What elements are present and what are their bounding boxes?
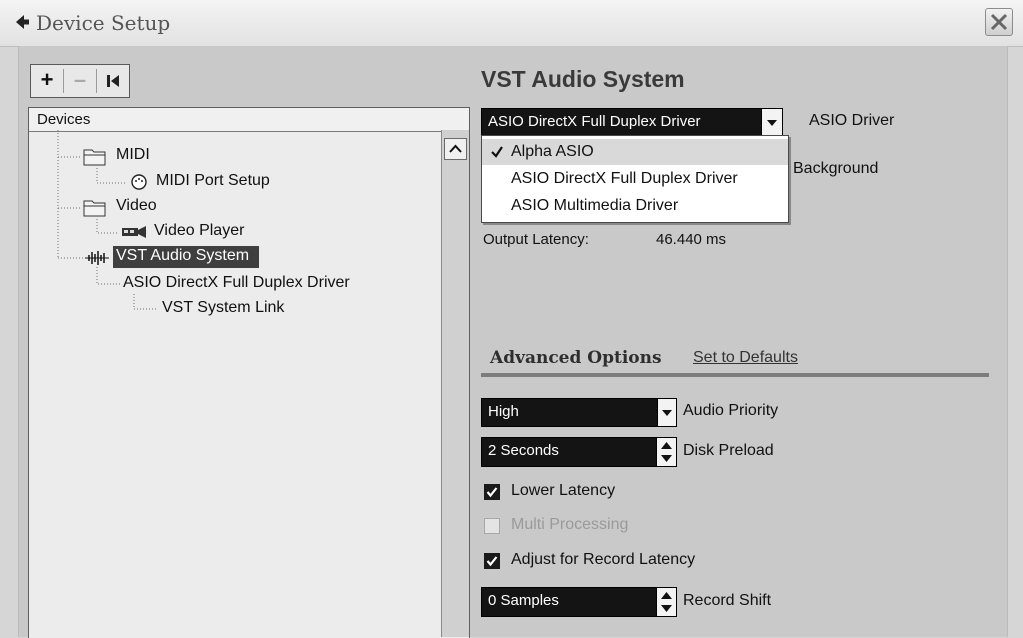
multi-processing-checkbox[interactable] (484, 518, 500, 534)
lower-latency-checkbox[interactable] (484, 484, 500, 500)
audio-priority-dropdown-button[interactable] (657, 399, 676, 426)
close-button[interactable] (985, 8, 1013, 36)
video-player-icon (121, 225, 147, 244)
set-to-defaults-link[interactable]: Set to Defaults (693, 349, 798, 367)
audio-priority-label: Audio Priority (683, 402, 779, 419)
menu-item-label: ASIO DirectX Full Duplex Driver (511, 170, 738, 187)
stepper-arrows-icon (661, 592, 672, 612)
record-shift-label: Record Shift (683, 592, 772, 609)
tree-node-video-player[interactable]: Video Player (154, 222, 244, 240)
adjust-record-latency-checkbox[interactable] (484, 553, 500, 569)
close-icon (990, 13, 1008, 31)
tree-node-asio-directx[interactable]: ASIO DirectX Full Duplex Driver (123, 274, 350, 292)
chevron-down-icon (662, 410, 672, 416)
midi-port-icon (130, 173, 148, 196)
tree-node-midi[interactable]: MIDI (116, 146, 150, 164)
record-shift-stepper[interactable]: 0 Samples (481, 587, 677, 617)
checkmark-icon (486, 556, 498, 567)
asio-driver-menu: Alpha ASIO ASIO DirectX Full Duplex Driv… (481, 135, 789, 223)
menu-item-alpha-asio[interactable]: Alpha ASIO (482, 139, 788, 165)
background-label: Background (793, 160, 879, 177)
menu-item-label: Alpha ASIO (511, 143, 594, 160)
tree-node-video[interactable]: Video (116, 197, 157, 215)
checkmark-icon (486, 487, 498, 498)
tree-scrollbar[interactable] (441, 130, 469, 637)
asio-driver-value: ASIO DirectX Full Duplex Driver (488, 113, 701, 130)
disk-preload-label: Disk Preload (683, 442, 774, 459)
audio-wave-icon (85, 250, 109, 271)
disk-preload-stepper[interactable]: 2 Seconds (481, 437, 677, 467)
advanced-divider (481, 373, 989, 377)
menu-item-label: ASIO Multimedia Driver (511, 197, 679, 214)
output-latency-value: 46.440 ms (656, 231, 727, 248)
asio-driver-select[interactable]: ASIO DirectX Full Duplex Driver (481, 108, 783, 137)
folder-icon (83, 147, 107, 172)
disk-preload-value: 2 Seconds (488, 442, 559, 459)
record-shift-stepper-buttons[interactable] (656, 588, 676, 616)
panel-heading: VST Audio System (481, 66, 685, 92)
asio-driver-label: ASIO Driver (809, 112, 895, 129)
scroll-up-button[interactable] (444, 138, 467, 160)
checkmark-icon (491, 146, 503, 158)
tree-node-vst-audio-system[interactable]: VST Audio System (116, 247, 249, 265)
advanced-options-title: Advanced Options (490, 348, 662, 368)
tree-node-midi-port-setup[interactable]: MIDI Port Setup (156, 172, 270, 190)
adjust-record-latency-label: Adjust for Record Latency (511, 551, 696, 568)
record-shift-value: 0 Samples (488, 592, 559, 609)
audio-priority-select[interactable]: High (481, 398, 677, 427)
folder-icon (83, 198, 107, 223)
menu-item-asio-multimedia[interactable]: ASIO Multimedia Driver (482, 193, 788, 219)
disk-preload-stepper-buttons[interactable] (656, 438, 676, 466)
chevron-up-icon (449, 144, 462, 153)
menu-item-asio-directx[interactable]: ASIO DirectX Full Duplex Driver (482, 166, 788, 192)
output-latency-label: Output Latency: (483, 231, 589, 248)
audio-priority-value: High (488, 403, 519, 420)
chevron-down-icon (767, 120, 777, 126)
stepper-arrows-icon (661, 442, 672, 462)
tree-node-vst-system-link[interactable]: VST System Link (162, 299, 284, 317)
asio-driver-dropdown-button[interactable] (761, 109, 782, 136)
lower-latency-label: Lower Latency (511, 482, 616, 499)
multi-processing-label: Multi Processing (511, 516, 629, 533)
